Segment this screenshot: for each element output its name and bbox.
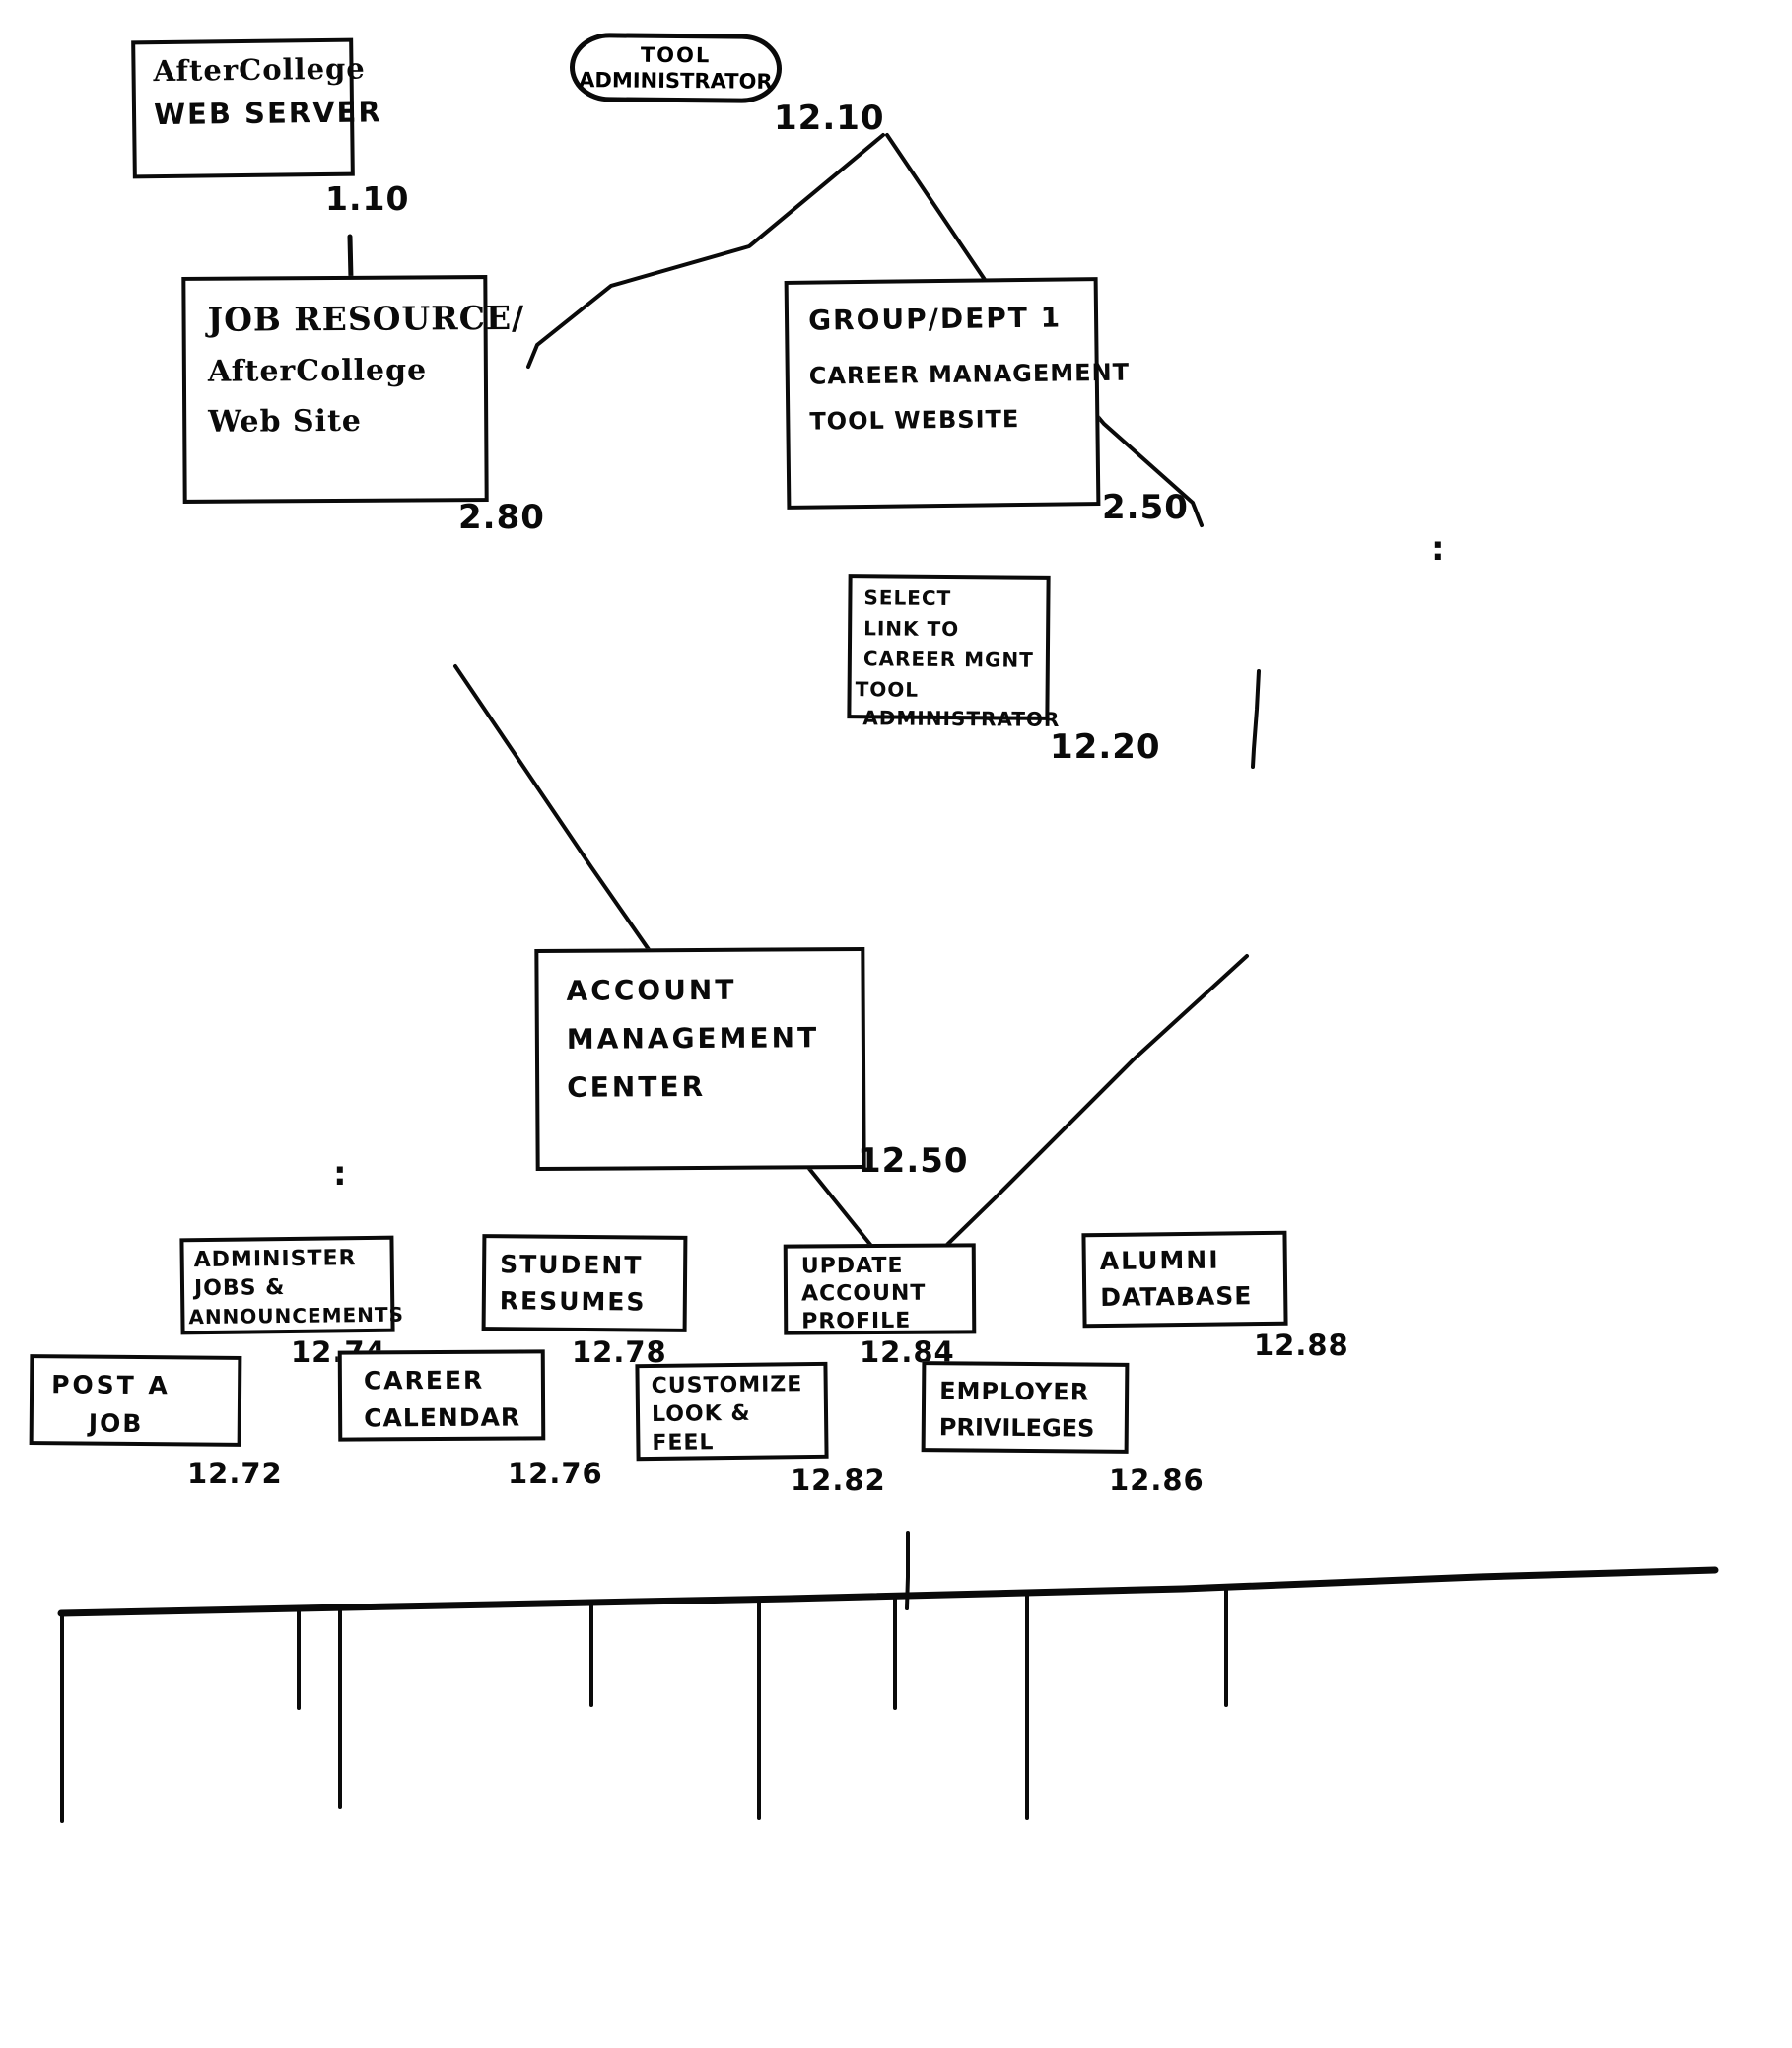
node-account-management-center[interactable]: ACCOUNT MANAGEMENT CENTER — [534, 946, 866, 1172]
node-line: SELECT — [863, 585, 952, 611]
node-line: ANNOUNCEMENTS — [188, 1302, 405, 1330]
node-line: Web Site — [208, 403, 363, 440]
node-line: TOOL — [855, 677, 920, 702]
node-post-a-job[interactable]: POST A JOB — [29, 1354, 242, 1447]
fanout-bar — [57, 1566, 1719, 1617]
node-line: PROFILE — [801, 1308, 912, 1334]
node-line: STUDENT — [500, 1250, 644, 1280]
node-administer-jobs-and-announcements[interactable]: ADMINISTER JOBS & ANNOUNCEMENTS — [179, 1235, 405, 1335]
node-line: ACCOUNT — [800, 1280, 927, 1307]
diagram-canvas: AfterCollege WEB SERVER 1.10 TOOL ADMINI… — [0, 0, 1792, 2048]
node-line: ADMINISTER — [193, 1246, 357, 1273]
node-line: TOOL WEBSITE — [809, 405, 1020, 436]
node-student-resumes[interactable]: STUDENT RESUMES — [481, 1234, 688, 1332]
ref-label-12-50: 12.50 — [858, 1141, 969, 1181]
node-line: EMPLOYER — [939, 1377, 1090, 1406]
edge-select-link-to-account-center — [918, 954, 1249, 1273]
ref-label-12-72: 12.72 — [187, 1457, 283, 1490]
node-line: CALENDAR — [364, 1402, 521, 1433]
node-update-account-profile[interactable]: UPDATE ACCOUNT PROFILE — [783, 1243, 977, 1335]
node-job-resource-after-college-web-site[interactable]: JOB RESOURCE/ AfterCollege Web Site — [181, 275, 525, 504]
node-after-college-web-server[interactable]: AfterCollege WEB SERVER — [131, 37, 382, 179]
node-line: JOB — [88, 1408, 144, 1439]
edge-account-center-to-fanout — [905, 1531, 910, 1610]
node-line: MANAGEMENT — [566, 1021, 820, 1056]
node-line: AfterCollege — [153, 51, 366, 89]
node-line: POST A — [51, 1370, 171, 1400]
node-line: AfterCollege — [207, 353, 428, 389]
ref-label-12-76: 12.76 — [508, 1457, 603, 1490]
ref-label-12-82: 12.82 — [791, 1464, 886, 1497]
ref-label-12-86: 12.86 — [1109, 1464, 1205, 1497]
ref-label-1-10: 1.10 — [325, 179, 410, 218]
node-career-calendar[interactable]: CAREER CALENDAR — [337, 1349, 546, 1442]
ref-label-2-50: 2.50 — [1102, 488, 1189, 527]
continuation-mark-below-group-dept: : — [1431, 529, 1445, 569]
node-tool-administrator[interactable]: TOOL ADMINISTRATOR — [569, 33, 783, 103]
node-line: ALUMNI — [1099, 1245, 1220, 1276]
node-line: ADMINISTRATOR — [579, 68, 773, 94]
node-line: GROUP/DEPT 1 — [807, 301, 1063, 337]
node-line: CAREER MANAGEMENT — [808, 358, 1131, 390]
node-line: WEB SERVER — [153, 95, 382, 132]
node-line: LOOK & — [651, 1400, 751, 1427]
node-line: UPDATE — [800, 1253, 904, 1279]
node-line: CAREER — [363, 1365, 485, 1396]
node-line: PRIVILEGES — [938, 1413, 1095, 1443]
ref-label-12-88: 12.88 — [1254, 1329, 1349, 1362]
ref-label-12-20: 12.20 — [1050, 727, 1161, 767]
edge-group-dept-to-select-link — [1251, 669, 1261, 769]
node-select-link-to-career-mgnt-tool-administrator[interactable]: SELECT LINK TO CAREER MGNT TOOL ADMINIST… — [847, 574, 1060, 731]
node-line: FEEL — [652, 1430, 715, 1456]
node-alumni-database[interactable]: ALUMNI DATABASE — [1081, 1230, 1288, 1329]
node-line: RESUMES — [499, 1286, 647, 1317]
node-line: JOBS & — [193, 1275, 286, 1302]
node-line: CAREER MGNT — [862, 647, 1034, 672]
node-group-dept-1-career-management-tool-website[interactable]: GROUP/DEPT 1 CAREER MANAGEMENT TOOL WEBS… — [784, 277, 1131, 510]
continuation-mark-above-fanout-bar: : — [333, 1154, 347, 1194]
node-line: JOB RESOURCE/ — [207, 298, 525, 339]
node-customize-look-and-feel[interactable]: CUSTOMIZE LOOK & FEEL — [635, 1361, 829, 1462]
node-line: TOOL — [640, 42, 712, 68]
node-line: LINK TO — [863, 616, 960, 642]
ref-label-2-80: 2.80 — [458, 498, 545, 537]
node-employer-privileges[interactable]: EMPLOYER PRIVILEGES — [921, 1361, 1130, 1454]
node-line: ADMINISTRATOR — [862, 706, 1061, 731]
node-line: DATABASE — [1100, 1281, 1253, 1313]
node-line: CUSTOMIZE — [651, 1372, 803, 1399]
node-line: CENTER — [567, 1069, 707, 1104]
ref-label-12-10: 12.10 — [774, 99, 885, 138]
node-line: ACCOUNT — [566, 973, 737, 1007]
